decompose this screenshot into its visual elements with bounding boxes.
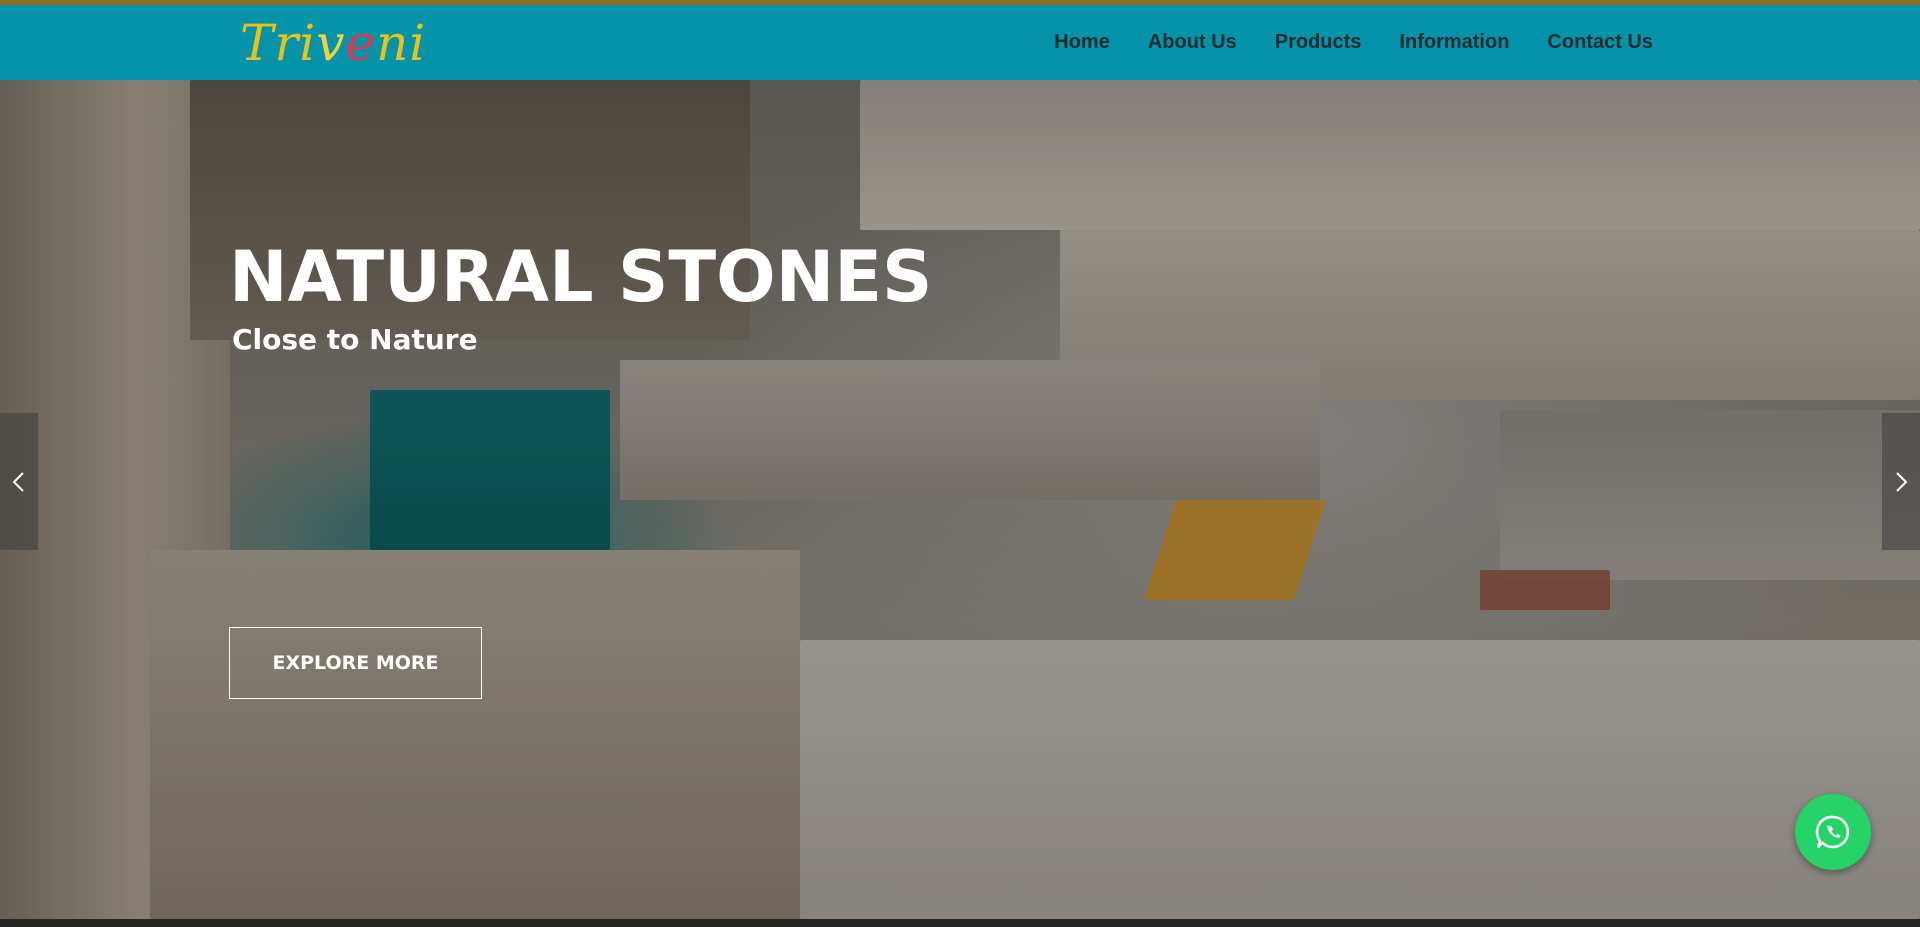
nav-information[interactable]: Information [1380,5,1528,80]
slider-prev-button[interactable] [0,413,38,550]
hero-title: NATURAL STONES [229,236,933,318]
whatsapp-icon [1815,815,1850,849]
slider-next-button[interactable] [1882,413,1920,550]
explore-more-button[interactable]: EXPLORE MORE [229,627,482,699]
nav-products[interactable]: Products [1256,5,1381,80]
chevron-left-icon [12,471,24,492]
hero-overlay [0,80,1920,919]
nav-about-us[interactable]: About Us [1129,5,1256,80]
site-header: Triveni Home About Us Products Informati… [0,5,1920,80]
hero-slider: NATURAL STONES Close to Nature EXPLORE M… [0,80,1920,919]
main-nav: Home About Us Products Information Conta… [1035,5,1672,80]
chevron-right-icon [1896,471,1908,492]
logo-letter: e [345,14,377,72]
nav-home[interactable]: Home [1035,5,1129,80]
page-bottom-strip [0,919,1920,927]
logo-letter: v [316,14,346,72]
logo-letter: ni [376,14,427,72]
nav-contact-us[interactable]: Contact Us [1528,5,1672,80]
site-logo[interactable]: Triveni [240,18,426,68]
whatsapp-button[interactable] [1795,794,1871,870]
logo-letter: Tri [240,14,317,72]
hero-subtitle: Close to Nature [232,323,478,356]
